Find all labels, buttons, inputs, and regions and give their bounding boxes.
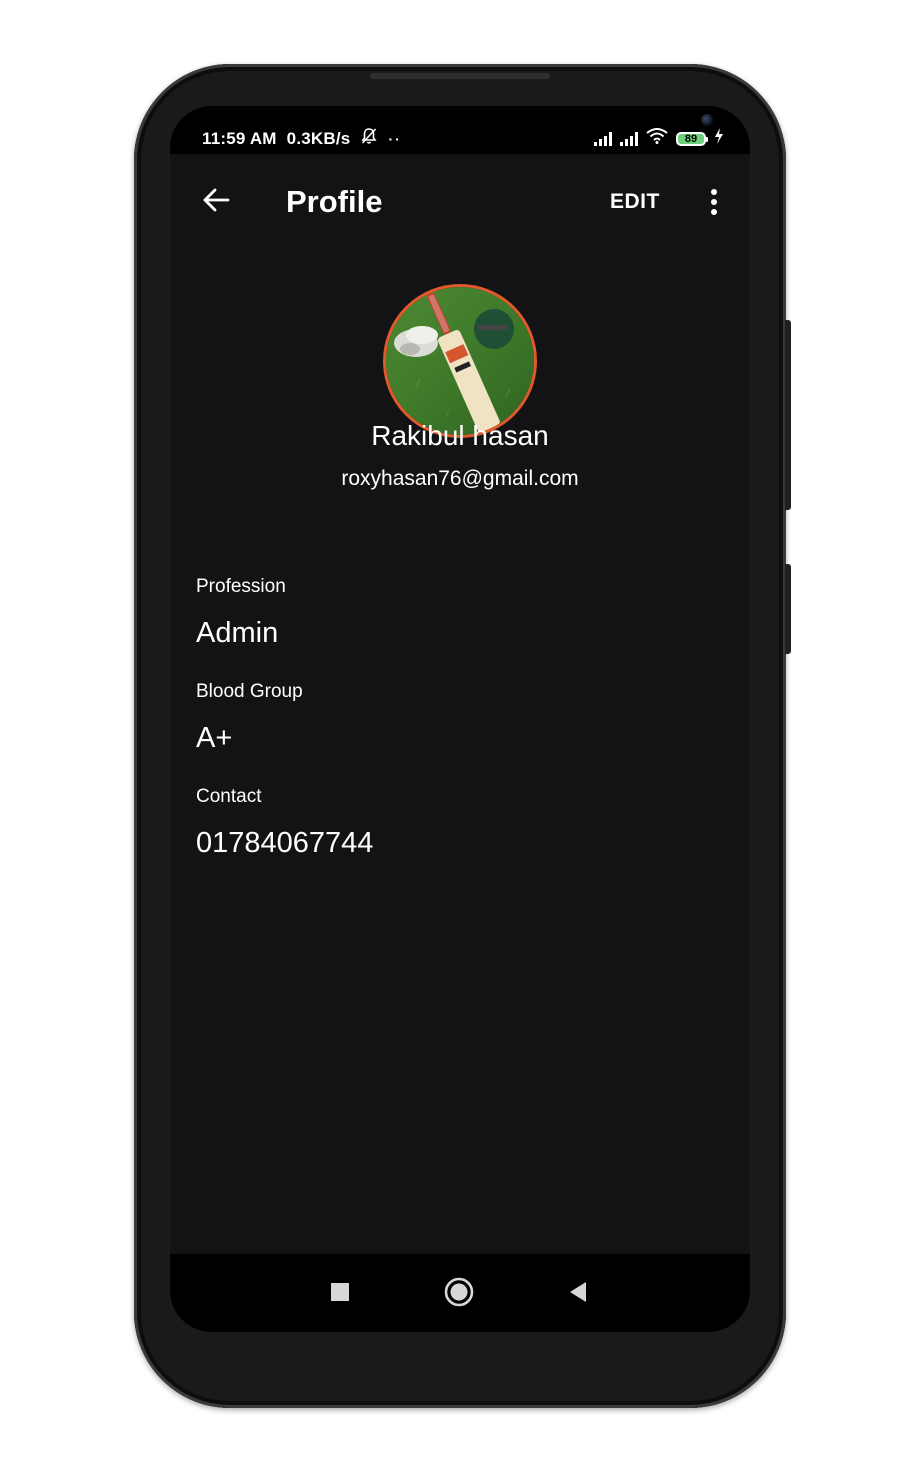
phone-frame: 11:59 AM 0.3KB/s ·· 89 Profile EDIT Raki… [134, 64, 791, 1408]
recents-square-icon [330, 1282, 350, 1307]
more-notifications-indicator: ·· [388, 130, 402, 147]
status-left: 11:59 AM 0.3KB/s ·· [202, 127, 402, 150]
home-circle-icon [443, 1276, 475, 1313]
page-title: Profile [286, 184, 383, 219]
avatar-image [386, 287, 534, 435]
more-vertical-icon-dot [711, 209, 717, 215]
system-back-button[interactable] [560, 1276, 596, 1312]
signal-icon [594, 131, 612, 146]
profile-email: roxyhasan76@gmail.com [341, 467, 579, 490]
arrow-left-icon [201, 185, 231, 220]
wifi-icon [646, 128, 668, 149]
volume-button [785, 320, 791, 510]
navigation-bar [170, 1254, 750, 1332]
blood-group-value: A+ [196, 722, 233, 754]
profession-label: Profession [196, 576, 286, 597]
back-button[interactable] [196, 182, 236, 222]
home-button[interactable] [441, 1276, 477, 1312]
notch [418, 106, 713, 152]
profile-name: Rakibul hasan [371, 420, 549, 451]
back-triangle-icon [568, 1281, 588, 1308]
battery-level: 89 [684, 132, 698, 145]
charging-bolt-icon [714, 128, 724, 149]
recents-button[interactable] [322, 1276, 358, 1312]
front-camera [701, 114, 713, 126]
avatar[interactable] [383, 284, 537, 438]
contact-value: 01784067744 [196, 827, 374, 859]
more-vertical-icon-dot [711, 199, 717, 205]
status-right: 89 [594, 128, 724, 149]
status-bar: 11:59 AM 0.3KB/s ·· 89 [170, 106, 750, 154]
signal-icon [620, 131, 638, 146]
blood-group-label: Blood Group [196, 681, 303, 702]
toolbar: Profile EDIT [170, 154, 750, 250]
bell-off-icon [360, 127, 378, 150]
more-options-button[interactable] [700, 182, 728, 222]
battery-icon: 89 [676, 131, 708, 146]
profile-screen: Profile EDIT Rakibul hasan roxyhasan76@g… [170, 154, 750, 1254]
status-time: 11:59 AM [202, 128, 277, 148]
earpiece-speaker [370, 73, 550, 79]
more-vertical-icon-dot [711, 189, 717, 195]
power-button [785, 564, 791, 654]
screen: 11:59 AM 0.3KB/s ·· 89 Profile EDIT Raki… [170, 106, 750, 1332]
net-speed: 0.3KB/s [286, 128, 351, 148]
profession-value: Admin [196, 617, 279, 649]
contact-label: Contact [196, 786, 262, 807]
edit-button[interactable]: EDIT [610, 184, 660, 220]
